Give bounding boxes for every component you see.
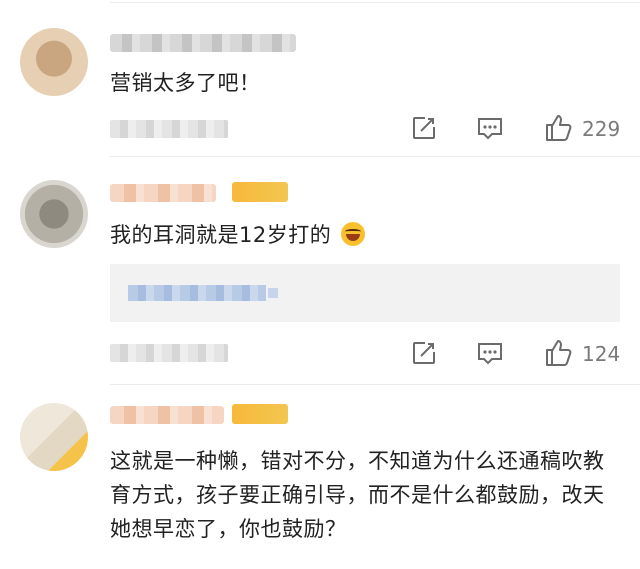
comment-icon[interactable] <box>476 116 504 142</box>
comment-divider <box>110 156 640 157</box>
username-blurred[interactable] <box>110 184 216 202</box>
avatar[interactable] <box>20 28 88 96</box>
top-divider <box>110 2 640 3</box>
member-badge <box>232 182 288 202</box>
avatar[interactable] <box>20 180 88 248</box>
like-count: 229 <box>582 117 621 141</box>
share-icon[interactable] <box>411 115 437 141</box>
member-badge <box>232 404 288 424</box>
comment-icon[interactable] <box>476 341 504 367</box>
timestamp-blurred <box>110 120 228 138</box>
reply-blurred-dot <box>268 288 278 298</box>
laughing-emoji-icon <box>341 222 366 246</box>
username-blurred[interactable] <box>110 34 296 52</box>
comment-text: 我的耳洞就是12岁打的 <box>110 218 620 252</box>
timestamp-blurred <box>110 344 228 362</box>
share-icon[interactable] <box>411 340 437 366</box>
comment-text: 这就是一种懒，错对不分，不知道为什么还通稿吹教育方式，孩子要正确引导，而不是什么… <box>110 449 605 541</box>
thumbs-up-icon[interactable] <box>543 113 573 143</box>
reply-blurred-text <box>128 285 266 301</box>
comment-divider <box>110 384 640 385</box>
username-blurred[interactable] <box>110 406 224 424</box>
reply-preview[interactable] <box>110 264 620 322</box>
avatar[interactable] <box>20 403 88 471</box>
comment-text-content: 我的耳洞就是12岁打的 <box>110 223 332 247</box>
like-count: 124 <box>582 342 621 366</box>
thumbs-up-icon[interactable] <box>543 338 573 368</box>
comment-text: 营销太多了吧！ <box>110 71 261 95</box>
